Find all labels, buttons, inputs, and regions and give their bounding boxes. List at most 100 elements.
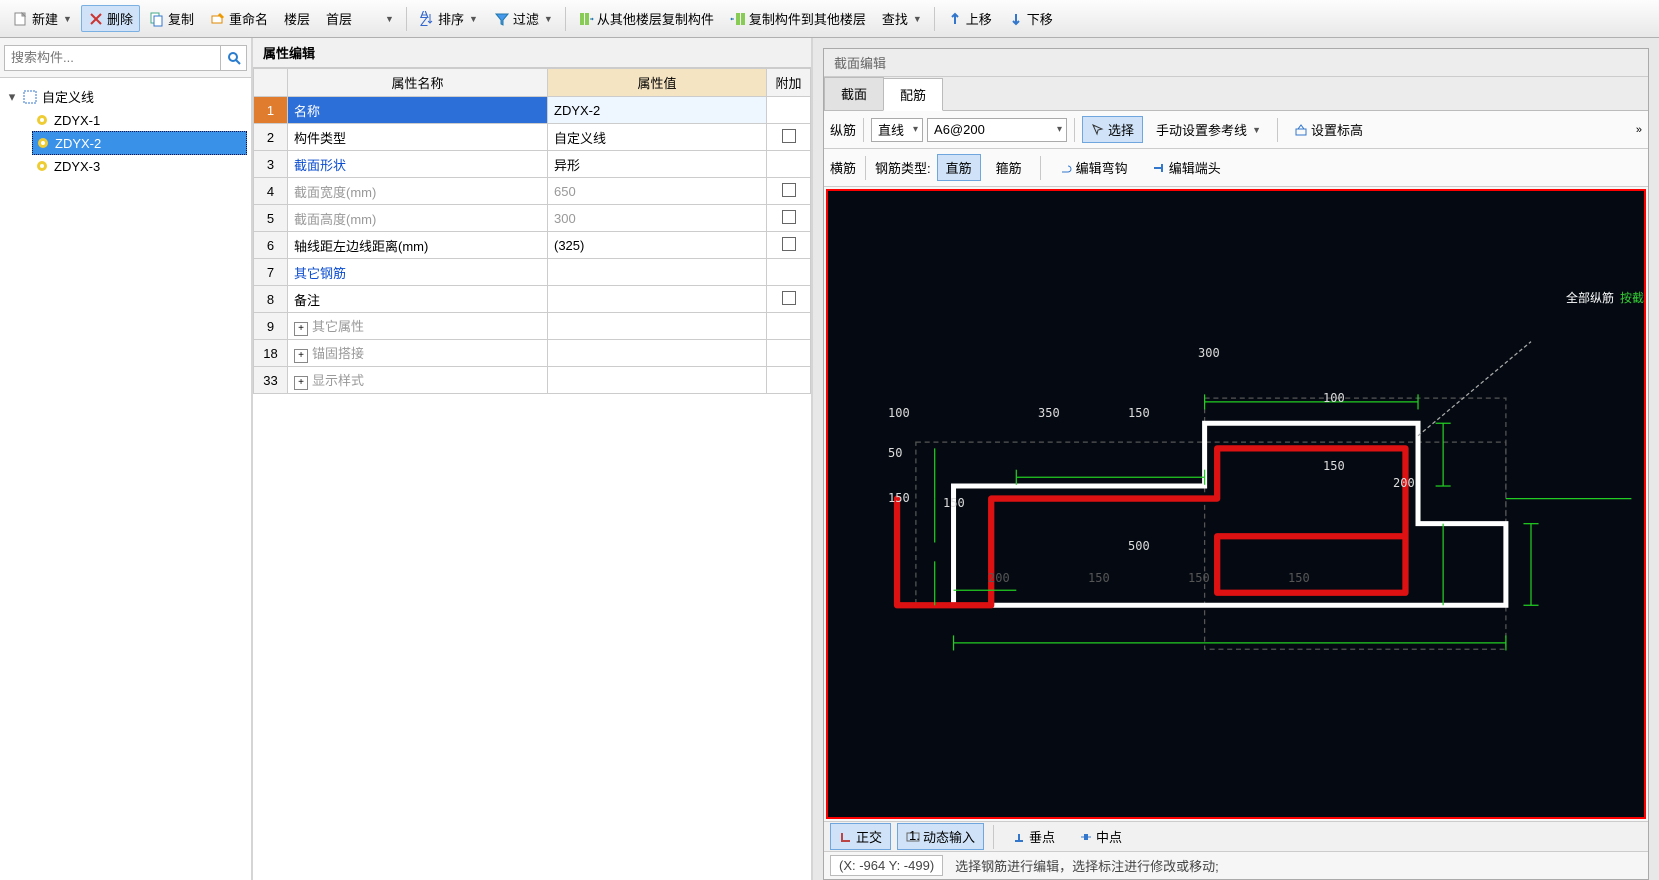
separator	[1074, 118, 1075, 142]
propname-cell[interactable]: +其它属性	[288, 313, 548, 340]
more-icon[interactable]: »	[1636, 124, 1642, 136]
expand-icon[interactable]: +	[294, 349, 308, 363]
rebar-spec-combo[interactable]: A6@200	[927, 118, 1067, 142]
propval-cell[interactable]: ZDYX-2	[548, 97, 767, 124]
manual-ref-button[interactable]: 手动设置参考线▼	[1147, 116, 1270, 143]
rebar-type-label: 钢筋类型:	[875, 158, 931, 177]
propname-cell[interactable]: 截面高度(mm)	[288, 205, 548, 232]
propextra-cell[interactable]	[767, 313, 811, 340]
propextra-cell[interactable]	[767, 286, 811, 313]
move-down-button[interactable]: 下移	[1001, 5, 1060, 32]
tree-item-zdyx3[interactable]: ZDYX-3	[32, 155, 247, 177]
property-row[interactable]: 6轴线距左边线距离(mm)(325)	[254, 232, 811, 259]
property-row[interactable]: 18+锚固搭接	[254, 340, 811, 367]
find-button[interactable]: 查找▼	[875, 5, 929, 32]
property-row[interactable]: 4截面宽度(mm)650	[254, 178, 811, 205]
propextra-cell[interactable]	[767, 232, 811, 259]
propval-cell[interactable]	[548, 313, 767, 340]
checkbox[interactable]	[782, 183, 796, 197]
elevation-icon	[1294, 123, 1308, 137]
propname-cell[interactable]: +锚固搭接	[288, 340, 548, 367]
set-elevation-button[interactable]: 设置标高	[1285, 116, 1372, 143]
search-input[interactable]	[4, 45, 221, 71]
copy-from-button[interactable]: 从其他楼层复制构件	[571, 5, 721, 32]
checkbox[interactable]	[782, 237, 796, 251]
midpoint-button[interactable]: 中点	[1070, 823, 1131, 850]
checkbox[interactable]	[782, 129, 796, 143]
propval-cell[interactable]	[548, 286, 767, 313]
propname-cell[interactable]: 构件类型	[288, 124, 548, 151]
filter-button[interactable]: 过滤▼	[487, 5, 560, 32]
propname-cell[interactable]: 其它钢筋	[288, 259, 548, 286]
status-bar: (X: -964 Y: -499) 选择钢筋进行编辑，选择标注进行修改或移动;	[824, 851, 1648, 879]
propname-cell[interactable]: 名称	[288, 97, 548, 124]
propval-cell[interactable]: 650	[548, 178, 767, 205]
tree-root[interactable]: ▾ 自定义线	[4, 84, 247, 109]
tab-rebar[interactable]: 配筋	[883, 78, 943, 111]
floor-label-button[interactable]: 楼层	[277, 5, 317, 32]
stirrup-rebar-button[interactable]: 箍筋	[987, 154, 1031, 181]
propname-cell[interactable]: 截面形状	[288, 151, 548, 178]
propval-cell[interactable]: 自定义线	[548, 124, 767, 151]
checkbox[interactable]	[782, 291, 796, 305]
edit-end-button[interactable]: 编辑端头	[1143, 154, 1230, 181]
section-canvas[interactable]: 全部纵筋 按截面 300 100 350 150 100 50 150 150 …	[826, 189, 1646, 819]
propextra-cell[interactable]	[767, 367, 811, 394]
propval-cell[interactable]	[548, 259, 767, 286]
copy-to-button[interactable]: 复制构件到其他楼层	[723, 5, 873, 32]
dim-500: 500	[1128, 539, 1150, 553]
search-button[interactable]	[221, 45, 247, 71]
first-floor-button[interactable]: 首层▼	[319, 5, 401, 32]
collapse-icon[interactable]: ▾	[6, 89, 18, 105]
property-row[interactable]: 2构件类型自定义线	[254, 124, 811, 151]
perp-button[interactable]: 垂点	[1003, 823, 1064, 850]
tree-item-zdyx1[interactable]: ZDYX-1	[32, 109, 247, 131]
ortho-button[interactable]: 正交	[830, 823, 891, 850]
property-row[interactable]: 9+其它属性	[254, 313, 811, 340]
propname-cell[interactable]: 轴线距左边线距离(mm)	[288, 232, 548, 259]
property-row[interactable]: 5截面高度(mm)300	[254, 205, 811, 232]
expand-icon[interactable]: +	[294, 376, 308, 390]
propval-cell[interactable]	[548, 340, 767, 367]
propname-cell[interactable]: +显示样式	[288, 367, 548, 394]
straight-rebar-button[interactable]: 直筋	[937, 154, 981, 181]
propval-cell[interactable]: (325)	[548, 232, 767, 259]
perp-icon	[1012, 830, 1026, 844]
sort-button[interactable]: AZ 排序▼	[412, 5, 485, 32]
dim-50: 50	[888, 446, 902, 460]
propextra-cell[interactable]	[767, 205, 811, 232]
property-table[interactable]: 属性名称 属性值 附加 1名称ZDYX-22构件类型自定义线3截面形状异形4截面…	[253, 68, 811, 394]
dyn-input-button[interactable]: 1.2 动态输入	[897, 823, 984, 850]
component-tree[interactable]: ▾ 自定义线 ZDYX-1 ZDYX-2 ZDYX-3	[0, 78, 251, 880]
propval-cell[interactable]: 300	[548, 205, 767, 232]
copy-icon	[149, 11, 165, 27]
select-button[interactable]: 选择	[1082, 116, 1143, 143]
edit-hook-button[interactable]: 编辑弯钩	[1050, 154, 1137, 181]
property-row[interactable]: 1名称ZDYX-2	[254, 97, 811, 124]
property-row[interactable]: 7其它钢筋	[254, 259, 811, 286]
propval-cell[interactable]: 异形	[548, 151, 767, 178]
propval-cell[interactable]	[548, 367, 767, 394]
line-type-combo[interactable]: 直线	[871, 118, 923, 142]
propextra-cell[interactable]	[767, 124, 811, 151]
propname-cell[interactable]: 截面宽度(mm)	[288, 178, 548, 205]
checkbox[interactable]	[782, 210, 796, 224]
propextra-cell[interactable]	[767, 151, 811, 178]
move-up-button[interactable]: 上移	[940, 5, 999, 32]
propextra-cell[interactable]	[767, 178, 811, 205]
propextra-cell[interactable]	[767, 259, 811, 286]
expand-icon[interactable]: +	[294, 322, 308, 336]
copy-button[interactable]: 复制	[142, 5, 201, 32]
propextra-cell[interactable]	[767, 97, 811, 124]
tab-section[interactable]: 截面	[824, 77, 884, 110]
propname-cell[interactable]: 备注	[288, 286, 548, 313]
property-row[interactable]: 3截面形状异形	[254, 151, 811, 178]
rename-button[interactable]: 重命名	[203, 5, 275, 32]
dim-200g: 200	[988, 571, 1010, 585]
property-row[interactable]: 8备注	[254, 286, 811, 313]
tree-item-zdyx2[interactable]: ZDYX-2	[32, 131, 247, 155]
property-row[interactable]: 33+显示样式	[254, 367, 811, 394]
new-button[interactable]: 新建▼	[6, 5, 79, 32]
delete-button[interactable]: 删除	[81, 5, 140, 32]
propextra-cell[interactable]	[767, 340, 811, 367]
